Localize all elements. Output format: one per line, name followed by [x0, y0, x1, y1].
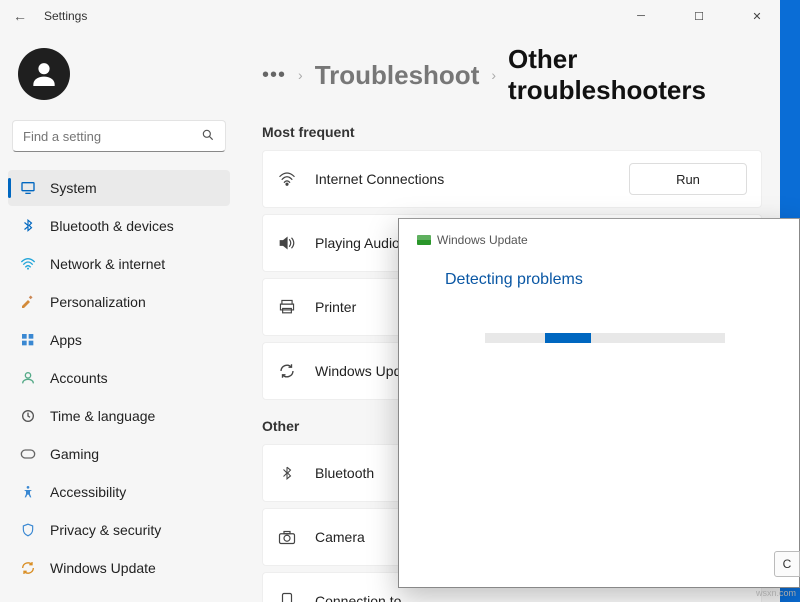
- search-icon: [201, 128, 215, 145]
- window-title: Settings: [44, 9, 87, 23]
- sidebar-item-privacy[interactable]: Privacy & security: [8, 512, 230, 548]
- flag-icon: [417, 235, 431, 245]
- bluetooth-icon: [277, 463, 297, 483]
- system-icon: [20, 180, 36, 196]
- audio-icon: [277, 233, 297, 253]
- watermark: wsxn.com: [756, 588, 796, 598]
- sidebar-item-label: Time & language: [50, 408, 155, 424]
- search-box[interactable]: [12, 120, 226, 152]
- troubleshooter-dialog: Windows Update Detecting problems C: [398, 218, 800, 588]
- accounts-icon: [20, 370, 36, 386]
- sidebar-item-system[interactable]: System: [8, 170, 230, 206]
- sidebar-item-update[interactable]: Windows Update: [8, 550, 230, 586]
- sidebar-item-label: Network & internet: [50, 256, 165, 272]
- dialog-title-row: Windows Update: [415, 229, 783, 265]
- apps-icon: [20, 332, 36, 348]
- breadcrumb-parent[interactable]: Troubleshoot: [315, 60, 480, 91]
- privacy-icon: [20, 522, 36, 538]
- sidebar-item-label: Bluetooth & devices: [50, 218, 174, 234]
- network-icon: [20, 256, 36, 272]
- sidebar-item-label: System: [50, 180, 97, 196]
- phone-icon: [277, 591, 297, 602]
- titlebar: ← Settings ─ ☐ ✕: [0, 0, 780, 32]
- update-icon: [20, 560, 36, 576]
- user-avatar[interactable]: [18, 48, 70, 100]
- section-most-frequent: Most frequent: [262, 124, 780, 140]
- search-input[interactable]: [23, 129, 201, 144]
- sidebar-item-label: Privacy & security: [50, 522, 161, 538]
- maximize-button[interactable]: ☐: [676, 0, 722, 32]
- breadcrumb-current: Other troubleshooters: [508, 44, 780, 106]
- camera-icon: [277, 527, 297, 547]
- sidebar-item-network[interactable]: Network & internet: [8, 246, 230, 282]
- chevron-right-icon: ›: [491, 67, 496, 83]
- wifi-icon: [277, 169, 297, 189]
- dialog-title: Windows Update: [437, 233, 528, 247]
- personalization-icon: [20, 294, 36, 310]
- bluetooth-icon: [20, 218, 36, 234]
- sidebar-item-accounts[interactable]: Accounts: [8, 360, 230, 396]
- back-button[interactable]: ←: [8, 4, 32, 28]
- progress-bar: [485, 333, 725, 343]
- sidebar-item-bluetooth[interactable]: Bluetooth & devices: [8, 208, 230, 244]
- minimize-button[interactable]: ─: [618, 0, 664, 32]
- sidebar-item-accessibility[interactable]: Accessibility: [8, 474, 230, 510]
- sidebar-item-gaming[interactable]: Gaming: [8, 436, 230, 472]
- dialog-heading: Detecting problems: [415, 265, 783, 311]
- sidebar-item-label: Apps: [50, 332, 82, 348]
- row-label: Internet Connections: [315, 171, 611, 187]
- troubleshooter-row[interactable]: Internet Connections Run: [262, 150, 762, 208]
- sidebar-item-time[interactable]: Time & language: [8, 398, 230, 434]
- gaming-icon: [20, 446, 36, 462]
- cancel-button[interactable]: C: [774, 551, 800, 577]
- breadcrumb: ••• › Troubleshoot › Other troubleshoote…: [262, 32, 780, 106]
- sidebar-item-label: Gaming: [50, 446, 99, 462]
- close-button[interactable]: ✕: [734, 0, 780, 32]
- sidebar: System Bluetooth & devices Network & int…: [0, 32, 238, 602]
- nav-list: System Bluetooth & devices Network & int…: [8, 170, 230, 586]
- run-button[interactable]: Run: [629, 163, 747, 195]
- sidebar-item-label: Accessibility: [50, 484, 126, 500]
- breadcrumb-overflow[interactable]: •••: [262, 64, 286, 87]
- accessibility-icon: [20, 484, 36, 500]
- sidebar-item-personalization[interactable]: Personalization: [8, 284, 230, 320]
- row-label: Connection to: [315, 593, 747, 602]
- sidebar-item-label: Windows Update: [50, 560, 156, 576]
- sidebar-item-label: Accounts: [50, 370, 108, 386]
- sidebar-item-apps[interactable]: Apps: [8, 322, 230, 358]
- printer-icon: [277, 297, 297, 317]
- chevron-right-icon: ›: [298, 67, 303, 83]
- progress-fill: [545, 333, 591, 343]
- update-icon: [277, 361, 297, 381]
- time-icon: [20, 408, 36, 424]
- sidebar-item-label: Personalization: [50, 294, 146, 310]
